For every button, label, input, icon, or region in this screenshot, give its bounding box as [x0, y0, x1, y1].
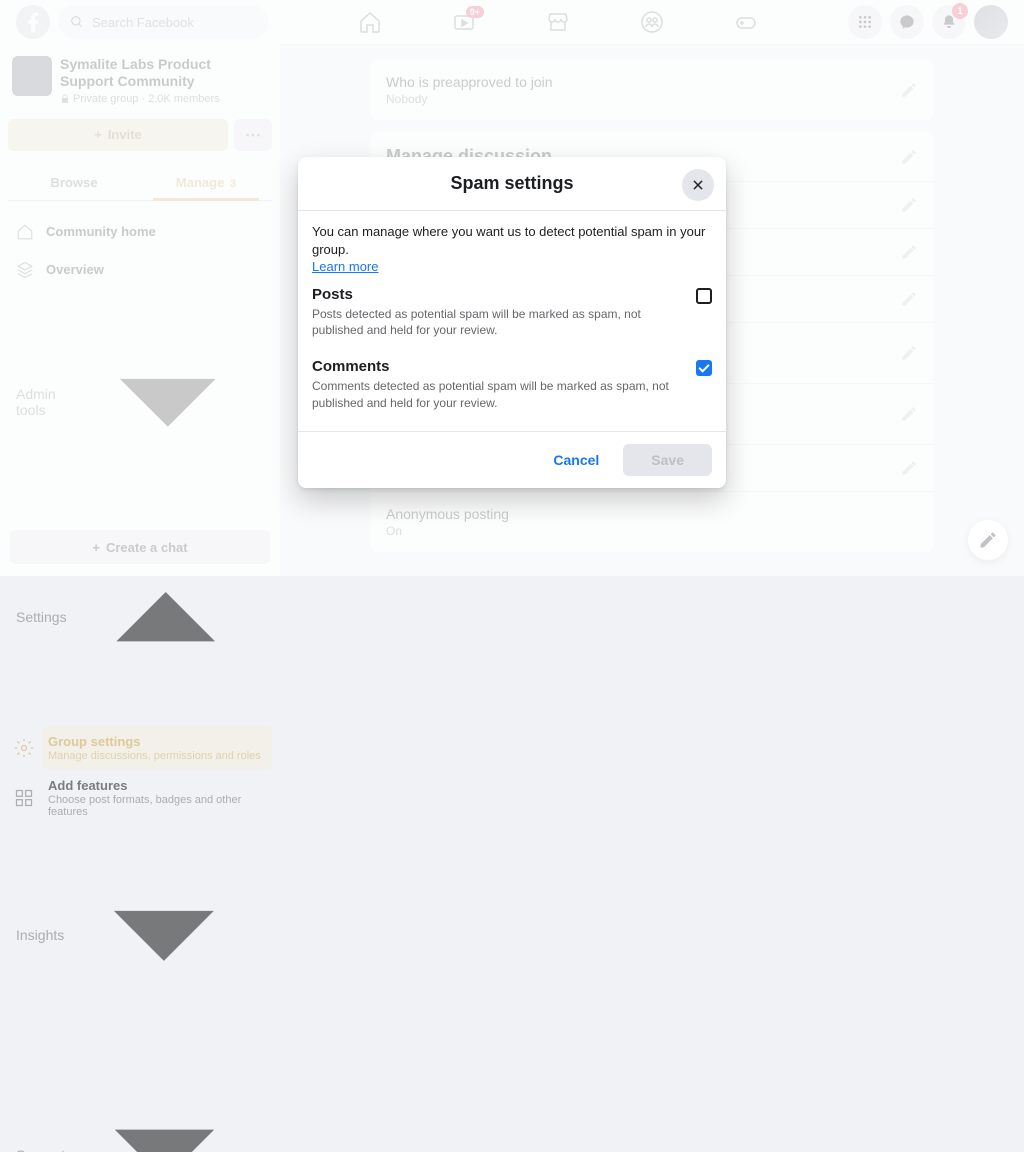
nav-group-settings[interactable]: Group settings Manage discussions, permi…	[42, 726, 272, 770]
gear-icon	[14, 738, 34, 758]
section-insights[interactable]: Insights	[8, 826, 272, 1046]
learn-more-link[interactable]: Learn more	[312, 259, 712, 274]
comments-heading: Comments	[312, 358, 680, 375]
posts-desc: Posts detected as potential spam will be…	[312, 306, 680, 338]
grid-add-icon	[14, 788, 34, 808]
chevron-down-icon	[64, 836, 264, 1036]
posts-checkbox[interactable]	[696, 288, 712, 304]
save-button[interactable]: Save	[623, 444, 712, 476]
section-support[interactable]: Support	[8, 1045, 272, 1152]
nav-add-features[interactable]: Add features Choose post formats, badges…	[42, 770, 272, 826]
modal-title: Spam settings	[314, 173, 710, 194]
comments-desc: Comments detected as potential spam will…	[312, 378, 680, 410]
close-icon	[691, 178, 705, 192]
chevron-down-icon	[65, 1055, 264, 1152]
posts-heading: Posts	[312, 286, 680, 303]
spam-settings-modal: Spam settings You can manage where you w…	[298, 157, 726, 488]
comments-checkbox[interactable]	[696, 360, 712, 376]
modal-intro: You can manage where you want us to dete…	[312, 223, 712, 258]
close-button[interactable]	[682, 169, 714, 201]
cancel-button[interactable]: Cancel	[537, 444, 615, 476]
modal-overlay: Spam settings You can manage where you w…	[0, 0, 1024, 576]
